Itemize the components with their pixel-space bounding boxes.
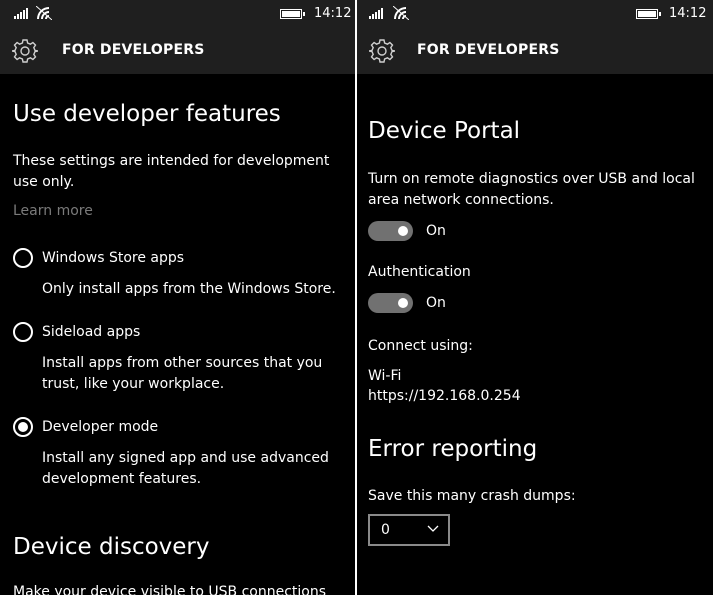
authentication-toggle-state: On [426,295,446,311]
option-description: Install apps from other sources that you [42,355,323,371]
section-heading-device-portal: Device Portal [368,118,521,144]
signal-icon [14,8,28,19]
option-description: development features. [42,471,202,487]
option-description: Install any signed app and use advanced [42,450,329,466]
page-header: FOR DEVELOPERS [0,28,355,74]
radio-windows-store-apps[interactable] [13,248,33,268]
left-phone-screen: 14:12 FOR DEVELOPERS Use developer featu… [0,0,355,595]
chevron-down-icon [427,525,439,532]
crash-dumps-select[interactable]: 0 [368,514,450,546]
option-description: trust, like your workplace. [42,376,225,392]
device-portal-toggle-state: On [426,223,446,239]
device-portal-desc-line2: area network connections. [368,192,554,208]
connect-url: https://192.168.0.254 [368,388,521,404]
status-time: 14:12 [314,6,352,21]
section-heading-developer-features: Use developer features [13,101,281,127]
wifi-icon [393,6,409,20]
status-bar: 14:12 [357,0,713,28]
section-heading-error-reporting: Error reporting [368,436,538,462]
page-header: FOR DEVELOPERS [357,28,713,74]
intro-text-line2: use only. [13,174,75,190]
authentication-toggle[interactable] [368,293,413,313]
radio-sideload-apps[interactable] [13,322,33,342]
device-portal-toggle[interactable] [368,221,413,241]
crash-dumps-value: 0 [381,522,390,538]
right-phone-screen: 14:12 FOR DEVELOPERS Device Portal Turn … [357,0,713,595]
toggle-knob [398,298,408,308]
connect-using-label: Connect using: [368,338,473,354]
wifi-icon [36,6,52,20]
status-bar: 14:12 [0,0,355,28]
option-description: Only install apps from the Windows Store… [42,281,336,297]
toggle-knob [398,226,408,236]
gear-icon [369,39,395,63]
radio-label-sideload-apps[interactable]: Sideload apps [42,324,140,340]
battery-icon [636,9,661,19]
signal-icon [369,8,383,19]
header-title: FOR DEVELOPERS [62,42,205,58]
device-discovery-text: Make your device visible to USB connecti… [13,584,327,595]
radio-label-windows-store-apps[interactable]: Windows Store apps [42,250,184,266]
learn-more-link[interactable]: Learn more [13,203,93,219]
crash-dumps-label: Save this many crash dumps: [368,488,576,504]
connect-type: Wi-Fi [368,368,402,384]
header-title: FOR DEVELOPERS [417,42,560,58]
intro-text-line1: These settings are intended for developm… [13,153,330,169]
section-heading-device-discovery: Device discovery [13,534,210,560]
device-portal-desc-line1: Turn on remote diagnostics over USB and … [368,171,695,187]
authentication-label: Authentication [368,264,471,280]
radio-label-developer-mode[interactable]: Developer mode [42,419,158,435]
gear-icon [12,39,38,63]
radio-developer-mode[interactable] [13,417,33,437]
battery-icon [280,9,305,19]
status-time: 14:12 [669,6,707,21]
